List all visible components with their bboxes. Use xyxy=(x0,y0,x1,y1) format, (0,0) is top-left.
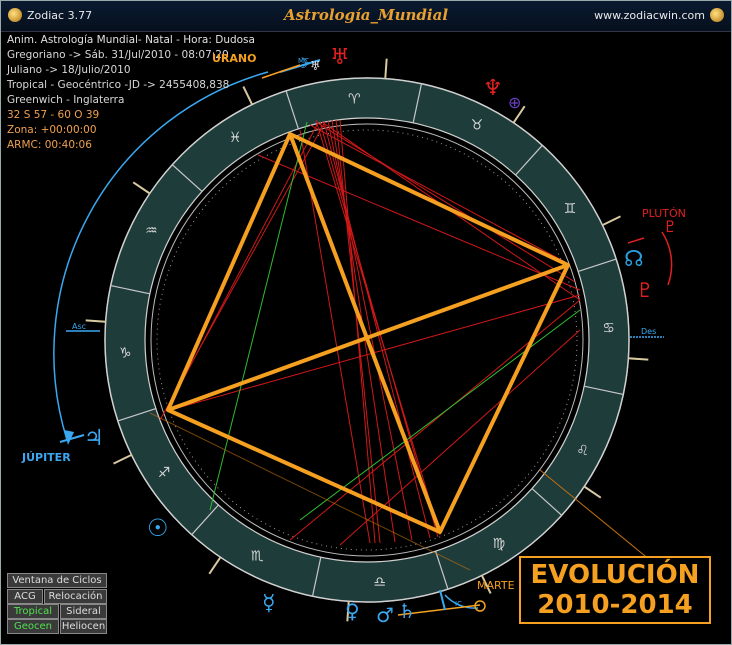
urano-label: URANO xyxy=(212,52,257,65)
orange-aspect-figure xyxy=(166,132,570,534)
zodiac-sign-icon: ♎ xyxy=(373,575,386,591)
pluton-label: PLUTÓN xyxy=(642,207,686,220)
zodiac-sign-icon: ♋ xyxy=(602,320,615,336)
zodiac-sign-icon: ♏ xyxy=(251,549,264,565)
marte-label: MARTE xyxy=(477,579,515,592)
banner-title: EVOLUCIÓN xyxy=(530,560,700,590)
house-cusp-mark xyxy=(113,453,132,465)
geocentric-button[interactable]: Geocen xyxy=(7,619,59,634)
title-bar: Zodiac 3.77 Astrología_Mundial www.zodia… xyxy=(1,1,731,32)
cycles-window-button[interactable]: Ventana de Ciclos xyxy=(7,573,107,588)
mc-label: MC xyxy=(298,57,309,65)
earth-icon: ⊕ xyxy=(508,93,521,112)
info-armc: ARMC: 00:40:06 xyxy=(7,139,92,151)
house-cusp-mark xyxy=(628,357,649,361)
house-cusp-mark xyxy=(208,556,222,575)
evolution-banner: EVOLUCIÓN 2010-2014 xyxy=(519,556,711,624)
banner-years: 2010-2014 xyxy=(537,590,693,620)
website-link[interactable]: www.zodiacwin.com xyxy=(594,9,705,22)
uranus-icon: ♅ xyxy=(330,45,350,70)
zodiac-sign-icon: ♒ xyxy=(145,223,158,239)
house-cusp-mark xyxy=(85,319,106,323)
info-julian-date: Juliano -> 18/Julio/2010 xyxy=(7,64,131,76)
chart-info-panel: Anim. Astrología Mundial- Natal - Hora: … xyxy=(7,33,255,153)
house-cusp-mark xyxy=(602,215,621,227)
app-logo-icon-right xyxy=(710,8,724,22)
acg-button[interactable]: ACG xyxy=(7,589,43,604)
zodiac-sign-icon: ♑ xyxy=(119,346,132,362)
ascendant-label: Asc xyxy=(72,322,86,331)
venus-icon: ♀ xyxy=(345,599,360,623)
info-location: Greenwich - Inglaterra xyxy=(7,94,125,106)
node-icon: ☊ xyxy=(624,247,644,272)
zodiac-sign-icon: ♈ xyxy=(348,91,361,107)
house-cusp-mark xyxy=(132,181,151,195)
relocation-button[interactable]: Relocación xyxy=(44,589,107,604)
info-coordinates: 32 S 57 - 60 O 39 xyxy=(7,109,100,121)
jupiter-label: JÚPITER xyxy=(22,451,71,464)
descendant-label: Des xyxy=(641,327,656,336)
ic-label: IC xyxy=(455,600,462,608)
red-aspect-lines xyxy=(159,119,581,546)
zodiac-sign-icon: ♍ xyxy=(493,536,506,552)
jupiter-icon: ♃ xyxy=(84,426,104,451)
pluto-icon: ♇ xyxy=(636,278,654,302)
info-tropical: Tropical - Geocéntrico -JD -> 2455408,83… xyxy=(7,79,230,91)
info-title: Anim. Astrología Mundial- Natal - Hora: … xyxy=(7,34,255,46)
saturn-icon: ♄ xyxy=(398,599,416,623)
info-zone: Zona: +00:00:00 xyxy=(7,124,97,136)
sidereal-button[interactable]: Sideral xyxy=(60,604,107,619)
zodiac-sign-icon: ♊ xyxy=(564,201,577,217)
uranus-position-icon: ♅ xyxy=(310,59,321,73)
zodiac-sign-icon: ♐ xyxy=(158,465,171,481)
mercury-icon: ☿ xyxy=(262,591,276,616)
house-cusp-mark xyxy=(384,58,388,79)
zodiac-sign-icon: ♉ xyxy=(471,117,484,133)
tropical-button[interactable]: Tropical xyxy=(7,604,59,619)
sun-icon: ☉ xyxy=(147,514,169,542)
neptune-icon: ♆ xyxy=(483,76,503,101)
house-cusp-mark xyxy=(583,485,602,499)
heliocentric-button[interactable]: Heliocen xyxy=(60,619,107,634)
mars-icon: ♂ xyxy=(376,603,394,627)
zodiac-sign-icon: ♌ xyxy=(576,443,589,459)
